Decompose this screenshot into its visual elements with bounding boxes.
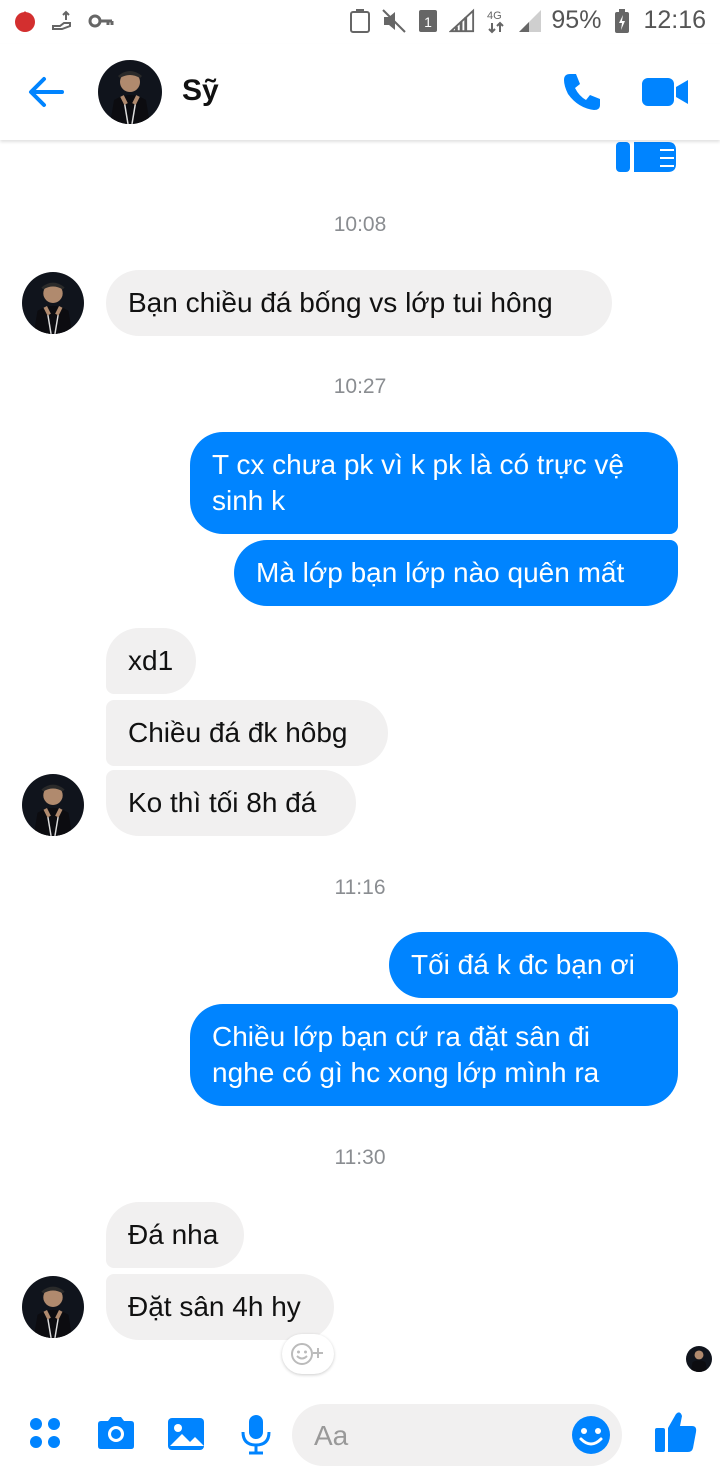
video-call-icon[interactable] [640,68,692,116]
incoming-message[interactable]: Chiều đá đk hôbg [106,700,388,766]
key-icon [88,8,114,34]
svg-text:1: 1 [424,14,432,30]
avatar[interactable] [22,774,84,836]
timestamp: 11:16 [334,876,386,899]
seen-receipt-avatar [686,1346,712,1372]
status-bar: 1 4G 95% 12:16 [0,0,720,44]
battery-charging-icon [609,8,635,34]
mute-icon [381,8,407,34]
timestamp: 11:30 [334,1146,386,1169]
conversation-header: Sỹ [0,44,720,140]
microphone-icon[interactable] [234,1412,278,1456]
sim-icon: 1 [415,8,441,34]
app-notification-icon [12,8,38,34]
incoming-message[interactable]: Đặt sân 4h hy [106,1274,334,1340]
hand-money-icon [50,8,76,34]
clock: 12:16 [643,6,706,34]
outgoing-message[interactable]: T cx chưa pk vì k pk là có trực vệ sinh … [190,432,678,534]
phone-call-icon[interactable] [558,68,606,116]
incoming-message[interactable]: Bạn chiều đá bống vs lớp tui hông [106,270,612,336]
signal-weak-icon [517,8,543,34]
thumbs-up-icon[interactable] [652,1408,700,1456]
recycle-icon [347,8,373,34]
svg-text:4G: 4G [487,10,502,22]
outgoing-message[interactable]: Chiều lớp bạn cứ ra đặt sân đi nghe có g… [190,1004,678,1106]
incoming-message[interactable]: Đá nha [106,1202,244,1268]
message-composer [0,1390,720,1480]
camera-icon[interactable] [94,1412,138,1456]
incoming-message[interactable]: xd1 [106,628,196,694]
contact-name[interactable]: Sỹ [182,74,219,108]
thumbs-up-sticker-icon [610,140,682,180]
message-input[interactable] [312,1404,566,1468]
incoming-message[interactable]: Ko thì tối 8h đá [106,770,356,836]
avatar[interactable] [98,60,162,124]
battery-percent: 95% [551,6,602,34]
outgoing-message[interactable]: Tối đá k đc bạn ơi [389,932,678,998]
message-list[interactable]: 10:08 Bạn chiều đá bống vs lớp tui hông … [0,140,720,1390]
back-arrow-icon[interactable] [22,68,70,116]
emoji-icon[interactable] [570,1414,612,1456]
avatar[interactable] [22,1276,84,1338]
network-4g-icon: 4G [483,8,509,34]
message-input-container[interactable] [292,1404,622,1468]
signal-icon [449,8,475,34]
photo-gallery-icon[interactable] [164,1412,208,1456]
timestamp: 10:08 [333,213,387,236]
avatar[interactable] [22,272,84,334]
add-reaction-button[interactable] [282,1334,334,1374]
outgoing-message[interactable]: Mà lớp bạn lớp nào quên mất [234,540,678,606]
more-apps-icon[interactable] [24,1412,68,1456]
timestamp: 10:27 [333,375,387,398]
